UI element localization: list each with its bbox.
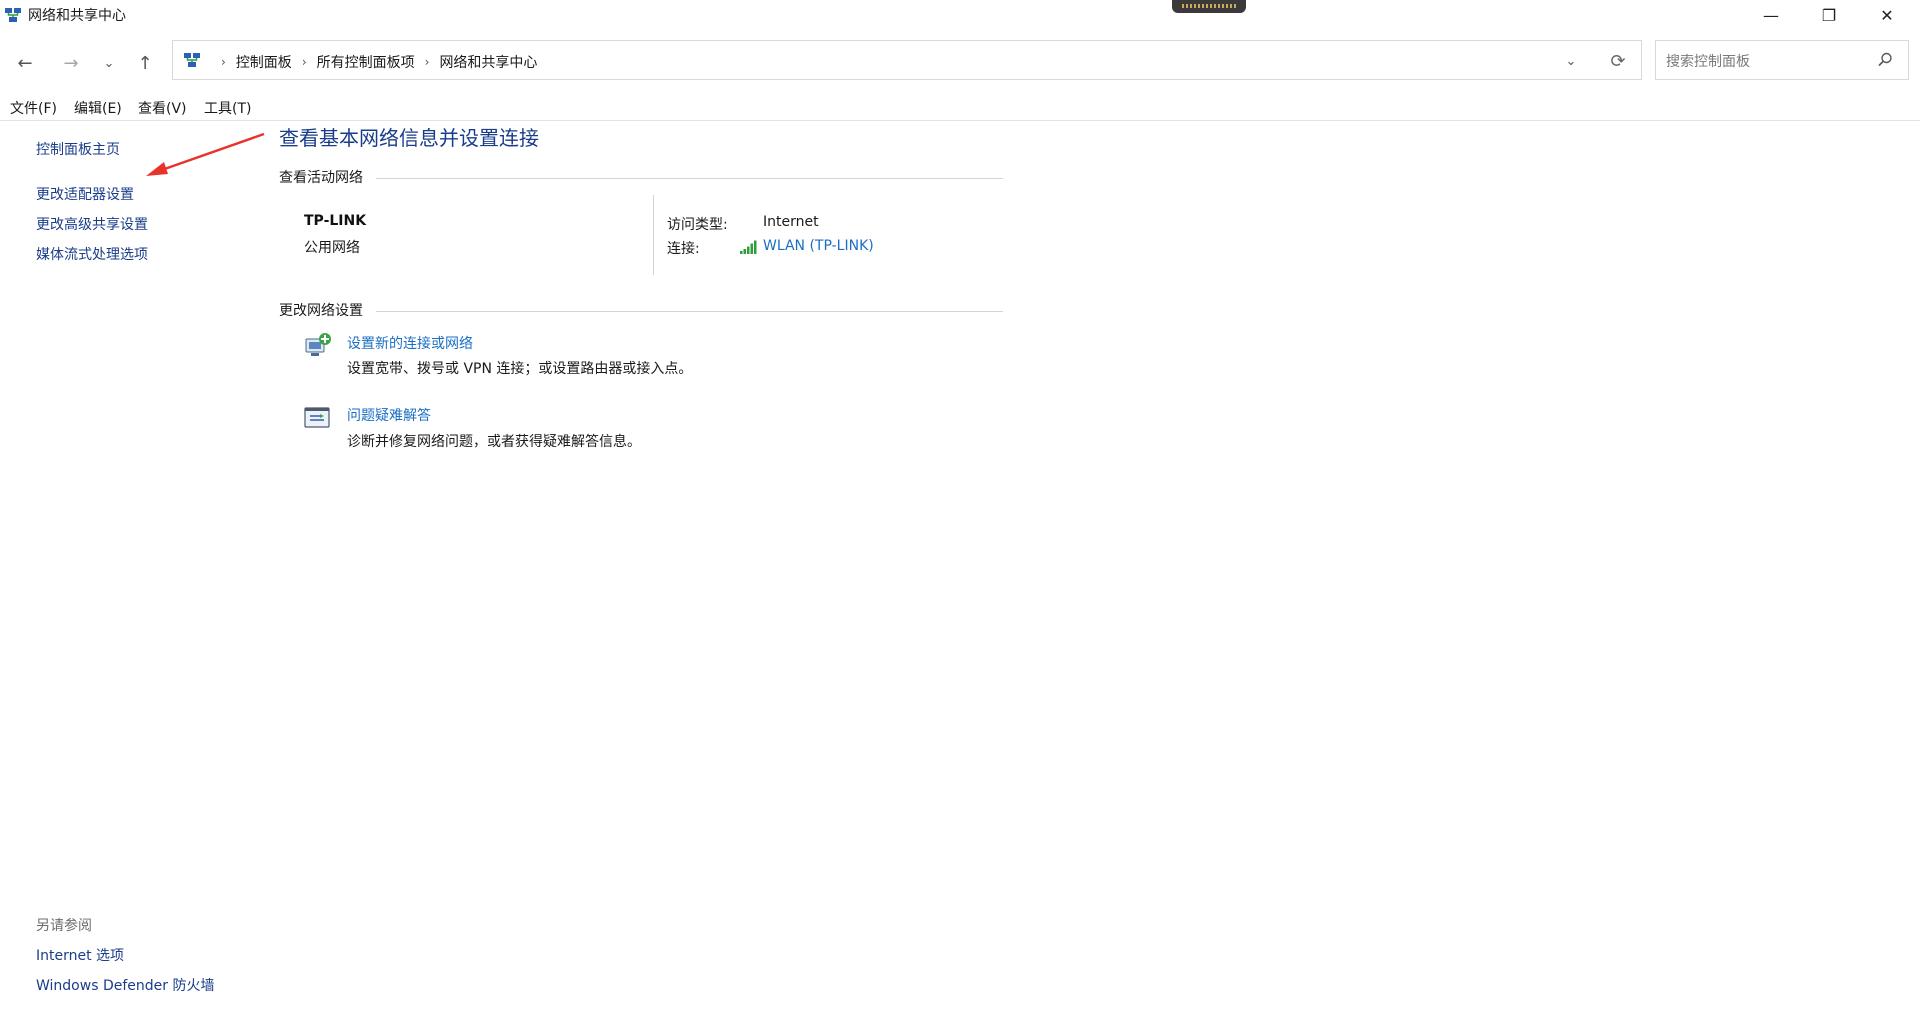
annotation-arrow-icon [146, 132, 265, 176]
breadcrumb: › 控制面板 › 所有控制面板项 › 网络和共享中心 [211, 52, 537, 72]
recent-locations-button[interactable]: ⌄ [96, 50, 122, 76]
troubleshoot-icon [304, 407, 330, 428]
section-divider [376, 178, 1003, 179]
refresh-button[interactable]: ⟳ [1607, 50, 1629, 72]
up-arrow-icon: ↑ [137, 52, 153, 74]
sidebar-item-advanced-sharing[interactable]: 更改高级共享设置 [36, 214, 148, 234]
forward-button[interactable]: → [58, 50, 84, 76]
address-bar[interactable]: › 控制面板 › 所有控制面板项 › 网络和共享中心 ⌄ ⟳ [172, 40, 1642, 80]
active-network-section-title: 查看活动网络 [279, 170, 363, 186]
sidebar-item-control-panel-home[interactable]: 控制面板主页 [36, 139, 120, 159]
connection-label: 连接: [667, 241, 700, 257]
menu-edit[interactable]: 编辑(E) [74, 98, 122, 118]
access-type-label: 访问类型: [667, 217, 728, 233]
section-divider [376, 311, 1003, 312]
refresh-icon: ⟳ [1610, 50, 1626, 72]
menu-view[interactable]: 查看(V) [138, 98, 187, 118]
search-icon[interactable] [1876, 51, 1894, 69]
camera-notch [1172, 0, 1246, 13]
title-bar: 网络和共享中心 — ❐ ✕ [0, 0, 1920, 30]
navigation-bar: ← → ⌄ ↑ › 控制面板 › 所有控制面板项 › 网络和共享中心 ⌄ ⟳ [0, 40, 1920, 84]
up-button[interactable]: ↑ [132, 50, 158, 76]
network-name: TP-LINK [304, 213, 367, 229]
breadcrumb-item-control-panel[interactable]: 控制面板 [236, 52, 292, 72]
network-type: 公用网络 [304, 240, 360, 256]
forward-arrow-icon: → [63, 52, 79, 74]
sidebar-item-media-streaming[interactable]: 媒体流式处理选项 [36, 244, 148, 264]
menu-bar: 文件(F) 编辑(E) 查看(V) 工具(T) [0, 96, 1920, 121]
troubleshoot-description: 诊断并修复网络问题，或者获得疑难解答信息。 [347, 434, 641, 450]
restore-button[interactable]: ❐ [1800, 0, 1858, 30]
chevron-right-icon: › [221, 55, 226, 69]
setup-connection-description: 设置宽带、拨号或 VPN 连接；或设置路由器或接入点。 [347, 361, 693, 377]
chevron-right-icon[interactable]: › [425, 55, 430, 69]
search-box[interactable] [1655, 40, 1909, 80]
wlan-connection-link[interactable]: WLAN (TP-LINK) [763, 238, 874, 254]
minimize-icon: — [1763, 5, 1779, 25]
restore-icon: ❐ [1821, 5, 1837, 25]
address-dropdown-button[interactable]: ⌄ [1561, 51, 1581, 71]
menu-tools[interactable]: 工具(T) [204, 98, 251, 118]
menu-file[interactable]: 文件(F) [10, 98, 57, 118]
troubleshoot-link[interactable]: 问题疑难解答 [347, 405, 431, 425]
chevron-right-icon[interactable]: › [302, 55, 307, 69]
close-icon: ✕ [1880, 5, 1894, 25]
see-also-title: 另请参阅 [36, 918, 92, 934]
back-button[interactable]: ← [12, 50, 38, 76]
wifi-signal-icon [740, 240, 757, 254]
close-button[interactable]: ✕ [1858, 0, 1916, 30]
see-also-internet-options[interactable]: Internet 选项 [36, 945, 124, 965]
chevron-down-icon: ⌄ [103, 55, 115, 71]
search-input[interactable] [1664, 50, 1868, 74]
back-arrow-icon: ← [17, 52, 33, 74]
network-setup-icon [305, 333, 331, 356]
network-sharing-icon [184, 53, 200, 67]
see-also-firewall[interactable]: Windows Defender 防火墙 [36, 975, 214, 995]
vertical-divider [653, 195, 654, 275]
breadcrumb-item-network-center[interactable]: 网络和共享中心 [439, 52, 537, 72]
setup-connection-link[interactable]: 设置新的连接或网络 [347, 333, 473, 353]
page-title: 查看基本网络信息并设置连接 [279, 126, 539, 150]
access-type-value: Internet [763, 214, 819, 230]
network-sharing-icon [5, 8, 21, 22]
sidebar-item-change-adapter-settings[interactable]: 更改适配器设置 [36, 184, 134, 204]
breadcrumb-item-all-items[interactable]: 所有控制面板项 [317, 52, 415, 72]
minimize-button[interactable]: — [1742, 0, 1800, 30]
change-settings-section-title: 更改网络设置 [279, 303, 363, 319]
chevron-down-icon: ⌄ [1565, 53, 1577, 69]
window-title: 网络和共享中心 [28, 8, 126, 24]
